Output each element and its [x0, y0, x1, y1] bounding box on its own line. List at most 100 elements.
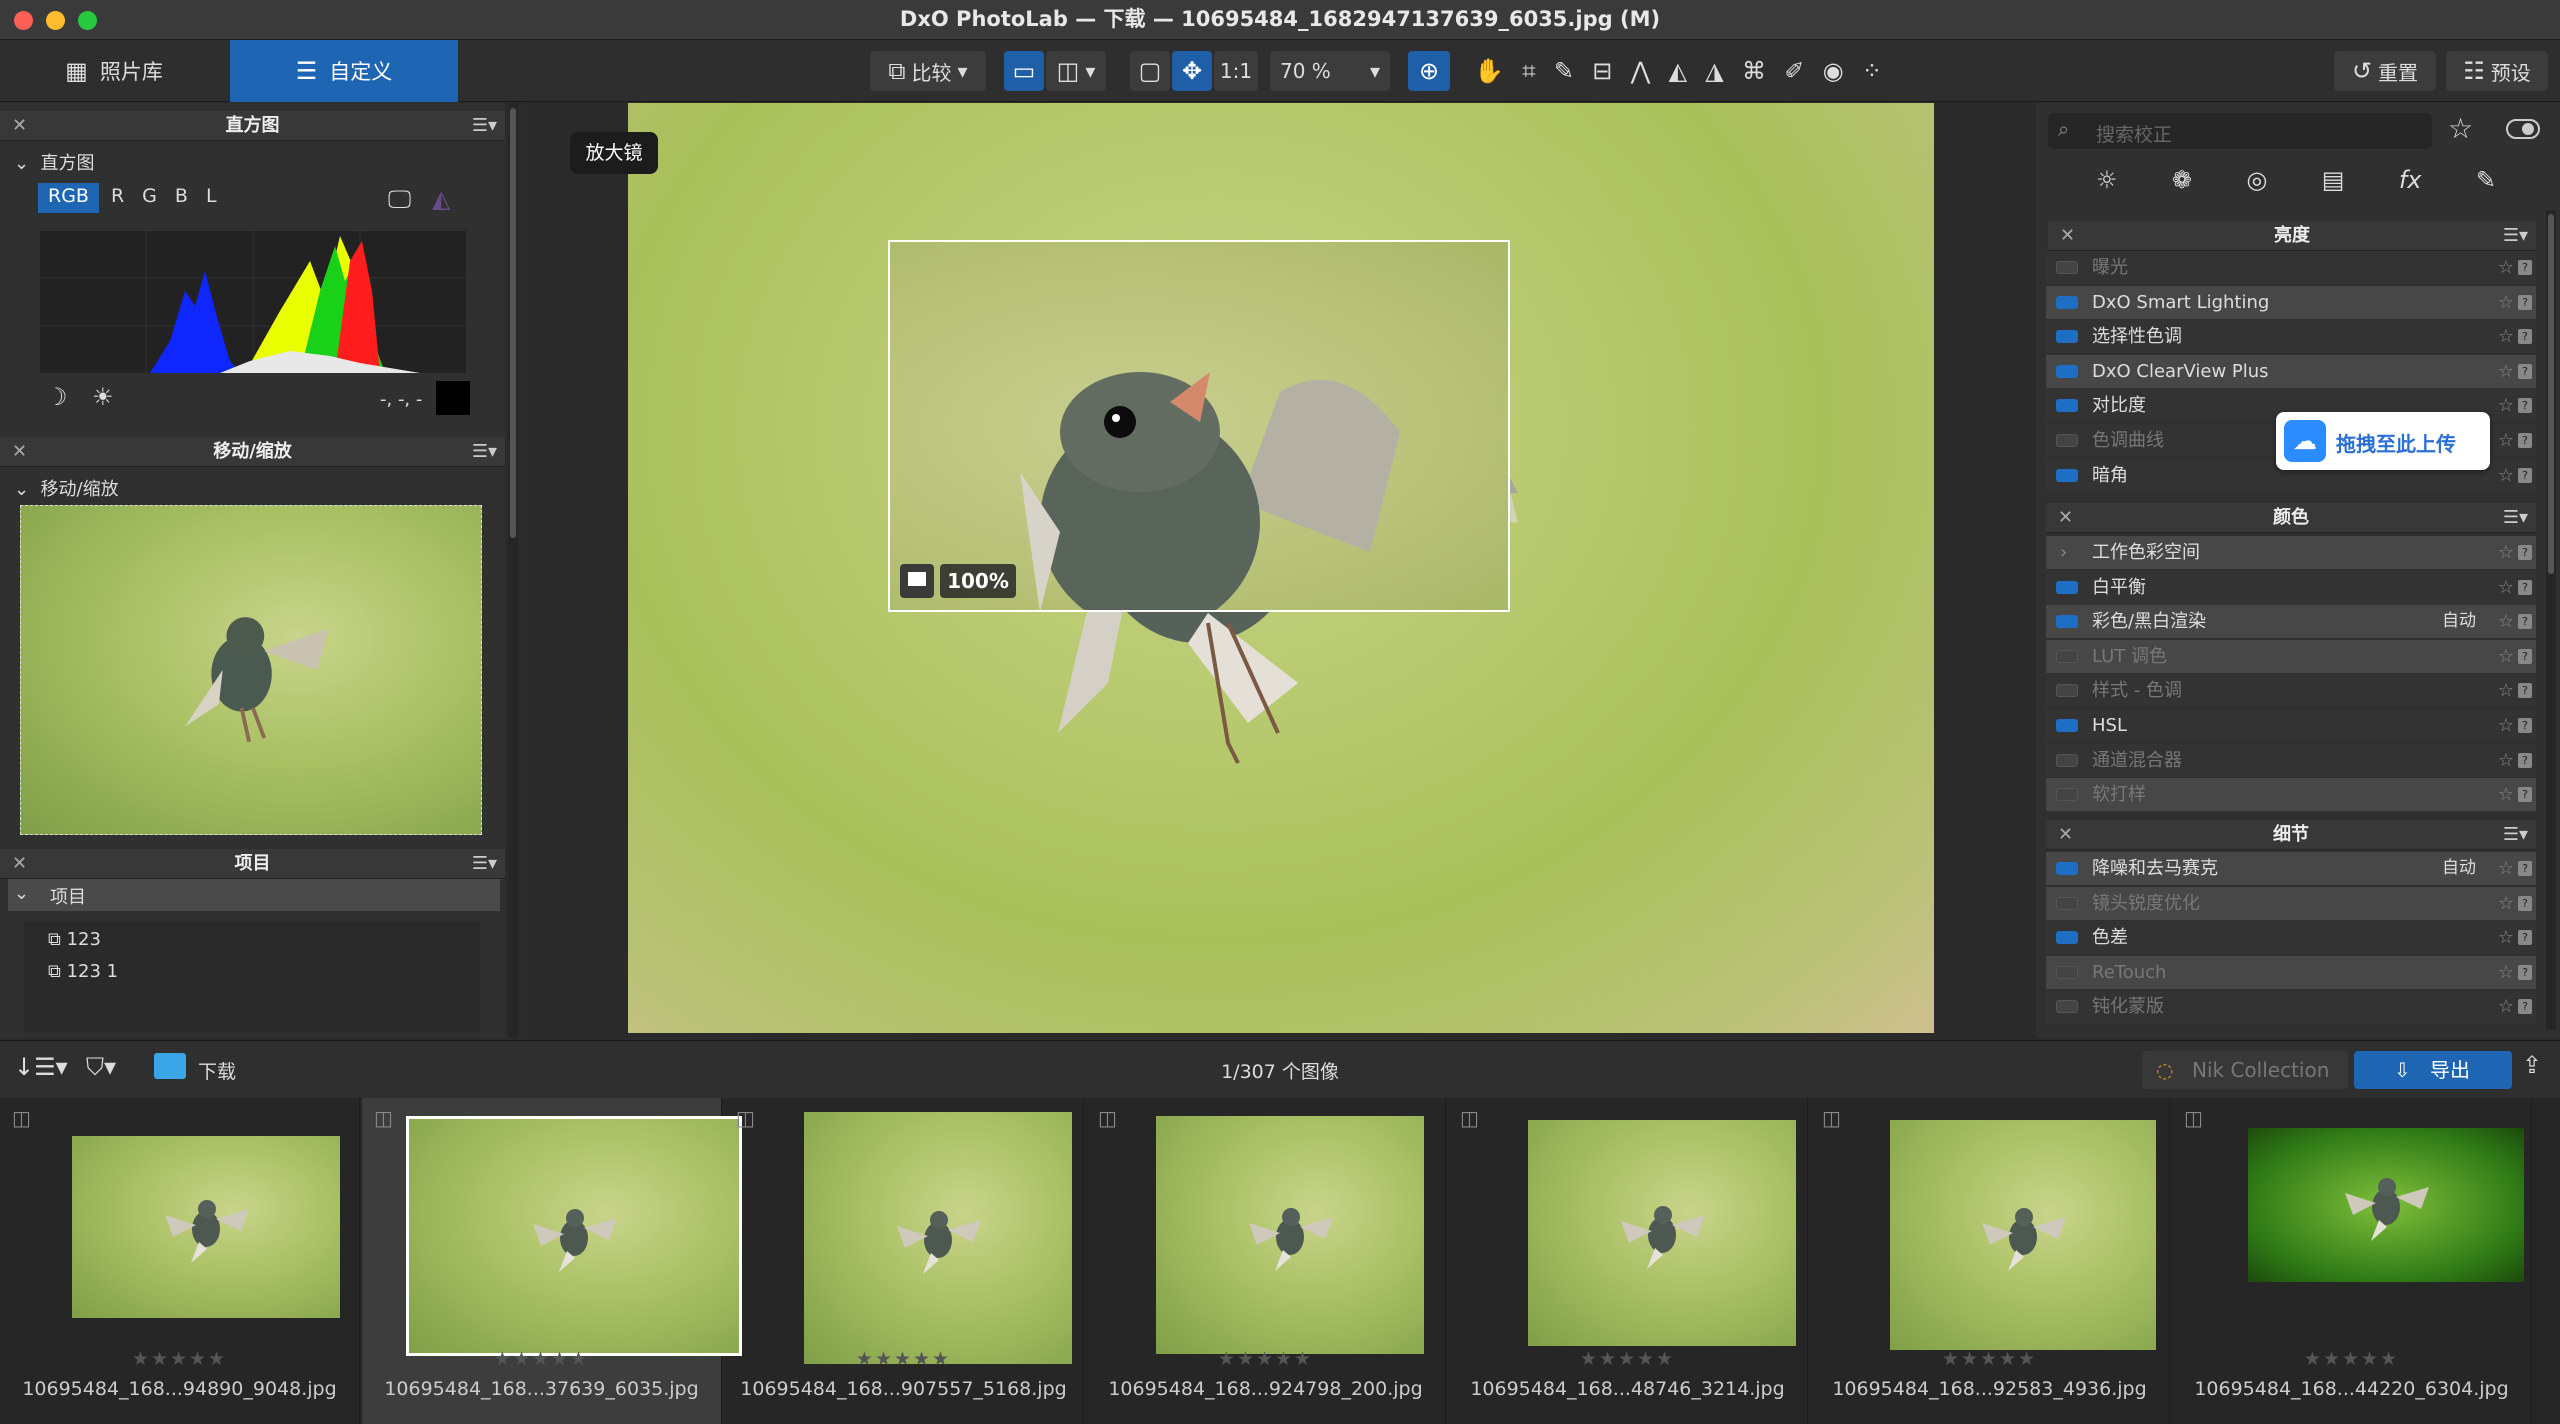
- eye-icon[interactable]: ◉: [1823, 59, 1844, 83]
- section-header-color[interactable]: ✕ 颜色 ☰▾: [2046, 503, 2536, 533]
- enable-toggle[interactable]: [2056, 684, 2078, 698]
- local-adjust-icon[interactable]: ⁘: [1862, 59, 1882, 83]
- image-viewer[interactable]: 放大镜 100%: [528, 103, 2036, 1038]
- loupe-mode-button[interactable]: [900, 564, 934, 598]
- filter-icon[interactable]: ⛉▾: [86, 1055, 116, 1079]
- correction-row[interactable]: DxO Smart Lighting ☆?: [2046, 285, 2536, 319]
- filmstrip-item[interactable]: ◫ ★★★★★ 10695484_168...907557_5168.jpg: [724, 1098, 1084, 1424]
- help-icon[interactable]: ?: [2518, 683, 2532, 699]
- correction-row[interactable]: 通道混合器 ☆?: [2046, 743, 2536, 777]
- menu-icon[interactable]: ☰▾: [472, 111, 497, 141]
- correction-row[interactable]: 色差 ☆?: [2046, 921, 2536, 955]
- help-icon[interactable]: ?: [2518, 999, 2532, 1015]
- enable-toggle[interactable]: [2056, 1000, 2078, 1014]
- list-item[interactable]: ⧉ 123 1: [48, 961, 118, 982]
- help-icon[interactable]: ?: [2518, 752, 2532, 768]
- correction-row[interactable]: ReTouch ☆?: [2046, 955, 2536, 989]
- brush-icon[interactable]: ✎: [2476, 168, 2496, 192]
- favorite-star-icon[interactable]: ☆: [2498, 852, 2514, 885]
- correction-row[interactable]: › 工作色彩空间 ☆?: [2046, 536, 2536, 569]
- correction-row[interactable]: LUT 调色 ☆?: [2046, 639, 2536, 673]
- help-icon[interactable]: ?: [2518, 467, 2532, 483]
- enable-toggle[interactable]: [2056, 330, 2078, 344]
- rating-stars[interactable]: ★★★★★: [0, 1348, 359, 1370]
- thumbnail-image[interactable]: [406, 1116, 742, 1356]
- thumbnail-image[interactable]: [1156, 1116, 1424, 1354]
- enable-toggle[interactable]: [2056, 261, 2078, 274]
- favorite-star-icon[interactable]: ☆: [2498, 990, 2514, 1023]
- close-icon[interactable]: ✕: [12, 849, 27, 879]
- correction-row[interactable]: HSL ☆?: [2046, 709, 2536, 742]
- sort-icon[interactable]: ↓☰▾: [14, 1055, 68, 1079]
- favorite-star-icon[interactable]: ☆: [2498, 355, 2514, 388]
- help-icon[interactable]: ?: [2518, 579, 2532, 595]
- projects-subheader[interactable]: ⌄ 项目: [8, 879, 500, 911]
- enable-toggle[interactable]: [2056, 788, 2078, 802]
- favorite-star-icon[interactable]: ☆: [2498, 536, 2514, 569]
- thumbnail-image[interactable]: [1890, 1120, 2156, 1350]
- moon-icon[interactable]: ☽: [46, 385, 68, 409]
- geometry-icon[interactable]: ▤: [2322, 168, 2345, 192]
- menu-icon[interactable]: ☰▾: [472, 849, 497, 879]
- help-icon[interactable]: ?: [2518, 545, 2532, 560]
- fit-screen-button[interactable]: ▢: [1130, 51, 1170, 91]
- search-field[interactable]: ⌕ 搜索校正: [2048, 113, 2432, 149]
- ratio-1-1-button[interactable]: 1:1: [1214, 51, 1258, 91]
- close-icon[interactable]: ✕: [2058, 503, 2073, 533]
- tab-library[interactable]: ▦ 照片库: [0, 40, 228, 102]
- correction-row[interactable]: 钝化蒙版 ☆?: [2046, 990, 2536, 1024]
- correction-row[interactable]: 曝光 ☆?: [2046, 251, 2536, 284]
- horizon-icon[interactable]: ⊟: [1592, 59, 1612, 83]
- filmstrip-item[interactable]: ◫ ★★★★★ 10695484_168...94890_9048.jpg: [0, 1098, 360, 1424]
- help-icon[interactable]: ?: [2518, 614, 2532, 630]
- favorite-star-icon[interactable]: ☆: [2498, 605, 2514, 638]
- help-icon[interactable]: ?: [2518, 398, 2532, 414]
- compare-button[interactable]: ⧉ 比较 ▾: [870, 51, 986, 91]
- reset-button[interactable]: ↺ 重置: [2334, 51, 2436, 91]
- correction-row[interactable]: 彩色/黑白渲染 自动 ☆?: [2046, 605, 2536, 639]
- left-scrollbar[interactable]: [508, 103, 518, 1038]
- enable-toggle[interactable]: [2056, 399, 2078, 413]
- enable-toggle[interactable]: [2056, 965, 2078, 979]
- filmstrip-item[interactable]: ◫ ★★★★★ 10695484_168...924798_200.jpg: [1086, 1098, 1446, 1424]
- shape-icon[interactable]: ◮: [1705, 59, 1723, 83]
- close-icon[interactable]: ✕: [12, 111, 27, 141]
- star-icon[interactable]: ☆: [2448, 115, 2473, 143]
- loupe-button[interactable]: ⊕: [1408, 51, 1450, 91]
- favorite-star-icon[interactable]: ☆: [2498, 424, 2514, 457]
- help-icon[interactable]: ?: [2518, 260, 2532, 275]
- close-icon[interactable]: ✕: [12, 437, 27, 467]
- menu-icon[interactable]: ☰▾: [472, 437, 497, 467]
- correction-row[interactable]: 白平衡 ☆?: [2046, 570, 2536, 604]
- help-icon[interactable]: ?: [2518, 329, 2532, 345]
- repair-icon[interactable]: ✐: [1784, 59, 1804, 83]
- enable-toggle[interactable]: [2056, 434, 2078, 447]
- perspective-icon[interactable]: ⋀: [1631, 59, 1651, 83]
- favorite-star-icon[interactable]: ☆: [2498, 571, 2514, 604]
- enable-toggle[interactable]: [2056, 295, 2078, 309]
- soft-proof-icon[interactable]: ◭: [432, 187, 450, 211]
- thumbnail-image[interactable]: [804, 1112, 1072, 1364]
- navigator-subheader[interactable]: ⌄ 移动/缩放: [14, 475, 119, 501]
- correction-row[interactable]: 镜头锐度优化 ☆?: [2046, 886, 2536, 920]
- nik-collection-button[interactable]: ◌ Nik Collection: [2142, 1051, 2348, 1089]
- correction-row[interactable]: DxO ClearView Plus ☆?: [2046, 354, 2536, 388]
- fx-icon[interactable]: fx: [2399, 168, 2422, 192]
- histogram-subheader[interactable]: ⌄ 直方图: [14, 149, 95, 175]
- monitor-icon[interactable]: 🖵: [388, 187, 411, 211]
- sun-icon[interactable]: ☀: [92, 385, 114, 409]
- correction-row[interactable]: 降噪和去马赛克 自动 ☆?: [2046, 852, 2536, 885]
- favorite-star-icon[interactable]: ☆: [2498, 744, 2514, 777]
- favorite-star-icon[interactable]: ☆: [2498, 286, 2514, 319]
- rating-stars[interactable]: ★★★★★: [1810, 1348, 2169, 1370]
- channel-l[interactable]: L: [200, 183, 223, 213]
- correction-row[interactable]: 选择性色调 ☆?: [2046, 320, 2536, 354]
- tab-customize[interactable]: ☰ 自定义: [230, 40, 458, 102]
- thumbnail-image[interactable]: [2248, 1128, 2524, 1282]
- folder-name[interactable]: 下载: [198, 1057, 236, 1084]
- favorite-star-icon[interactable]: ☆: [2498, 320, 2514, 353]
- export-button[interactable]: ⇩ 导出: [2354, 1051, 2512, 1089]
- rating-stars[interactable]: ★★★★★: [362, 1348, 721, 1370]
- enable-toggle[interactable]: [2056, 649, 2078, 663]
- close-icon[interactable]: ✕: [2060, 221, 2075, 251]
